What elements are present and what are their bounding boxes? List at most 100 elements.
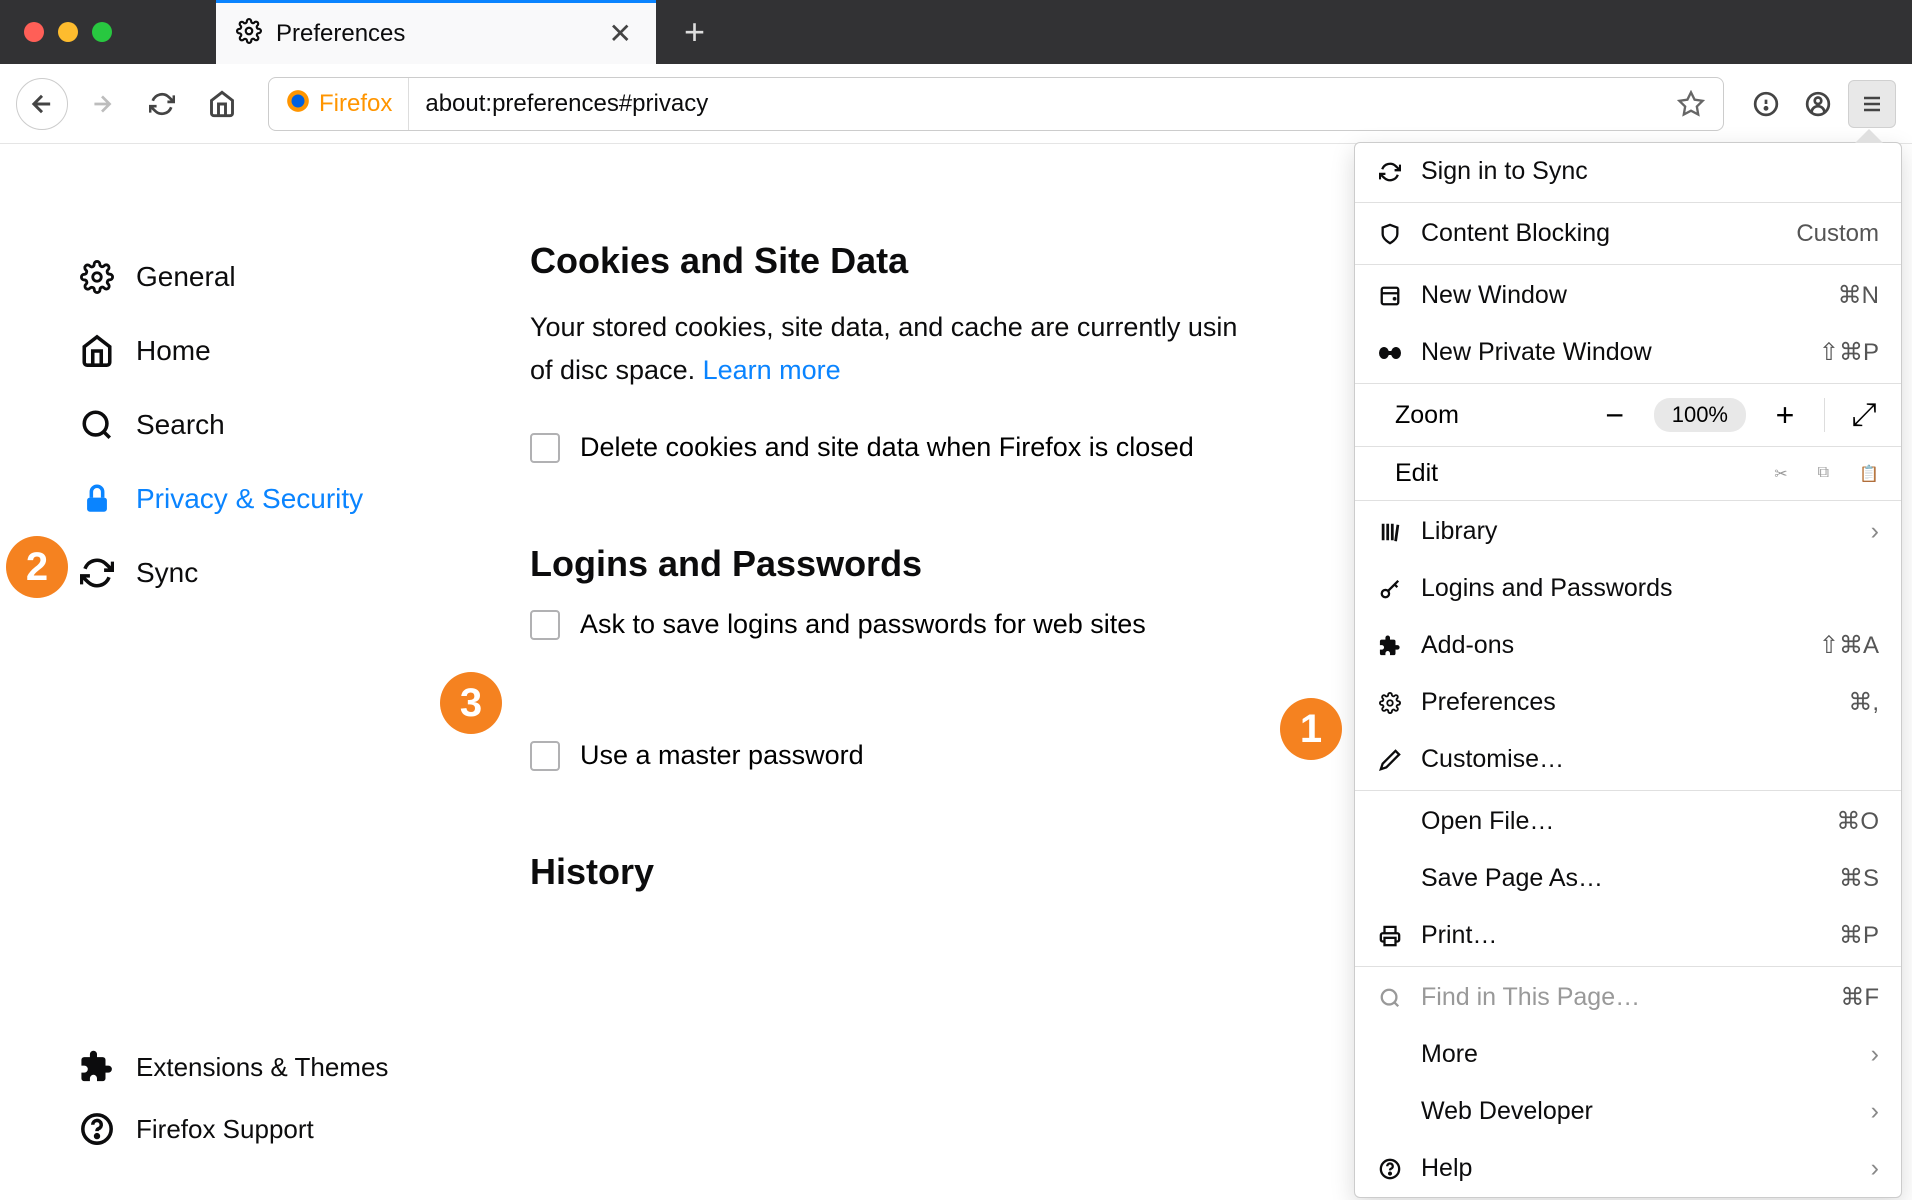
menu-edit: Edit ✂ ⧉ 📋 <box>1355 449 1901 498</box>
sidebar-item-sync[interactable]: Sync <box>80 536 490 610</box>
gear-icon <box>1377 690 1403 716</box>
close-tab-button[interactable]: ✕ <box>609 17 632 50</box>
menu-separator <box>1355 264 1901 265</box>
menu-open-file[interactable]: Open File… ⌘O <box>1355 793 1901 850</box>
sidebar-item-general[interactable]: General <box>80 240 490 314</box>
chevron-right-icon: › <box>1871 1040 1879 1069</box>
help-icon <box>1377 1156 1403 1182</box>
chevron-right-icon: › <box>1871 1154 1879 1183</box>
delete-cookies-label: Delete cookies and site data when Firefo… <box>580 432 1194 463</box>
menu-separator <box>1355 446 1901 447</box>
minimize-window-button[interactable] <box>58 22 78 42</box>
menu-print[interactable]: Print… ⌘P <box>1355 907 1901 964</box>
menu-separator <box>1355 500 1901 501</box>
shield-icon <box>1377 221 1403 247</box>
cut-icon[interactable]: ✂ <box>1774 464 1787 484</box>
menu-sign-in[interactable]: Sign in to Sync <box>1355 143 1901 200</box>
callout-1: 1 <box>1280 698 1342 760</box>
master-pw-label: Use a master password <box>580 740 864 771</box>
reader-view-icon[interactable] <box>1744 82 1788 126</box>
menu-more[interactable]: More › <box>1355 1026 1901 1083</box>
sidebar-item-label: Privacy & Security <box>136 483 363 515</box>
puzzle-icon <box>1377 633 1403 659</box>
account-icon[interactable] <box>1796 82 1840 126</box>
sidebar-bottom: Extensions & Themes Firefox Support <box>80 1036 388 1160</box>
menu-separator <box>1355 790 1901 791</box>
delete-cookies-checkbox[interactable] <box>530 433 560 463</box>
home-button[interactable] <box>196 78 248 130</box>
titlebar: Preferences ✕ + <box>0 0 1912 64</box>
menu-web-developer[interactable]: Web Developer › <box>1355 1083 1901 1140</box>
learn-more-link[interactable]: Learn more <box>703 355 841 385</box>
close-window-button[interactable] <box>24 22 44 42</box>
sidebar-item-extensions[interactable]: Extensions & Themes <box>80 1036 388 1098</box>
menu-new-private[interactable]: New Private Window ⇧⌘P <box>1355 324 1901 381</box>
menu-preferences[interactable]: Preferences ⌘, <box>1355 674 1901 731</box>
ask-save-checkbox[interactable] <box>530 610 560 640</box>
chevron-right-icon: › <box>1871 1097 1879 1126</box>
search-icon <box>1377 985 1403 1011</box>
sidebar-item-label: General <box>136 261 236 293</box>
url-text: about:preferences#privacy <box>409 90 1669 118</box>
copy-icon[interactable]: ⧉ <box>1818 464 1829 484</box>
sidebar-item-label: Home <box>136 335 211 367</box>
sync-icon <box>1377 159 1403 185</box>
fullscreen-button[interactable]: ⤢ <box>1849 396 1879 434</box>
master-pw-checkbox[interactable] <box>530 741 560 771</box>
sidebar-item-label: Search <box>136 409 225 441</box>
zoom-in-button[interactable]: + <box>1770 397 1800 434</box>
chevron-right-icon: › <box>1871 517 1879 546</box>
window-controls <box>0 22 136 42</box>
back-button[interactable] <box>16 78 68 130</box>
sidebar-item-search[interactable]: Search <box>80 388 490 462</box>
callout-2: 2 <box>6 536 68 598</box>
cookies-description: Your stored cookies, site data, and cach… <box>530 306 1430 392</box>
print-icon <box>1377 923 1403 949</box>
sidebar-item-label: Sync <box>136 557 198 589</box>
sidebar-item-label: Firefox Support <box>136 1114 314 1145</box>
app-menu-button[interactable] <box>1848 80 1896 128</box>
brush-icon <box>1377 747 1403 773</box>
firefox-icon <box>285 88 311 119</box>
key-icon <box>1377 576 1403 602</box>
sidebar-item-label: Extensions & Themes <box>136 1052 388 1083</box>
zoom-out-button[interactable]: − <box>1600 397 1630 434</box>
library-icon <box>1377 519 1403 545</box>
menu-save-as[interactable]: Save Page As… ⌘S <box>1355 850 1901 907</box>
menu-new-window[interactable]: New Window ⌘N <box>1355 267 1901 324</box>
menu-separator <box>1355 966 1901 967</box>
paste-icon[interactable]: 📋 <box>1859 464 1879 484</box>
ask-save-label: Ask to save logins and passwords for web… <box>580 609 1146 640</box>
site-identity[interactable]: Firefox <box>269 78 409 130</box>
new-tab-button[interactable]: + <box>656 11 733 53</box>
menu-find[interactable]: Find in This Page… ⌘F <box>1355 969 1901 1026</box>
app-menu: Sign in to Sync Content Blocking Custom … <box>1354 142 1902 1198</box>
menu-content-blocking[interactable]: Content Blocking Custom <box>1355 205 1901 262</box>
menu-separator <box>1355 383 1901 384</box>
menu-addons[interactable]: Add-ons ⇧⌘A <box>1355 617 1901 674</box>
menu-separator <box>1355 202 1901 203</box>
preferences-sidebar: General Home Search Privacy & Security S… <box>0 144 490 1200</box>
menu-zoom: Zoom − 100% + ⤢ <box>1355 386 1901 444</box>
zoom-value[interactable]: 100% <box>1654 398 1746 432</box>
menu-library[interactable]: Library › <box>1355 503 1901 560</box>
menu-help[interactable]: Help › <box>1355 1140 1901 1197</box>
reload-button[interactable] <box>136 78 188 130</box>
menu-logins[interactable]: Logins and Passwords <box>1355 560 1901 617</box>
url-bar[interactable]: Firefox about:preferences#privacy <box>268 77 1724 131</box>
toolbar: Firefox about:preferences#privacy <box>0 64 1912 144</box>
tab-title: Preferences <box>276 20 595 48</box>
gear-icon <box>236 18 262 49</box>
bookmark-star-icon[interactable] <box>1669 82 1713 126</box>
forward-button[interactable] <box>76 78 128 130</box>
mask-icon <box>1377 340 1403 366</box>
window-icon <box>1377 283 1403 309</box>
maximize-window-button[interactable] <box>92 22 112 42</box>
callout-3: 3 <box>440 672 502 734</box>
sidebar-item-privacy[interactable]: Privacy & Security <box>80 462 490 536</box>
identity-label: Firefox <box>319 90 392 118</box>
sidebar-item-support[interactable]: Firefox Support <box>80 1098 388 1160</box>
menu-customise[interactable]: Customise… <box>1355 731 1901 788</box>
active-tab[interactable]: Preferences ✕ <box>216 0 656 64</box>
sidebar-item-home[interactable]: Home <box>80 314 490 388</box>
